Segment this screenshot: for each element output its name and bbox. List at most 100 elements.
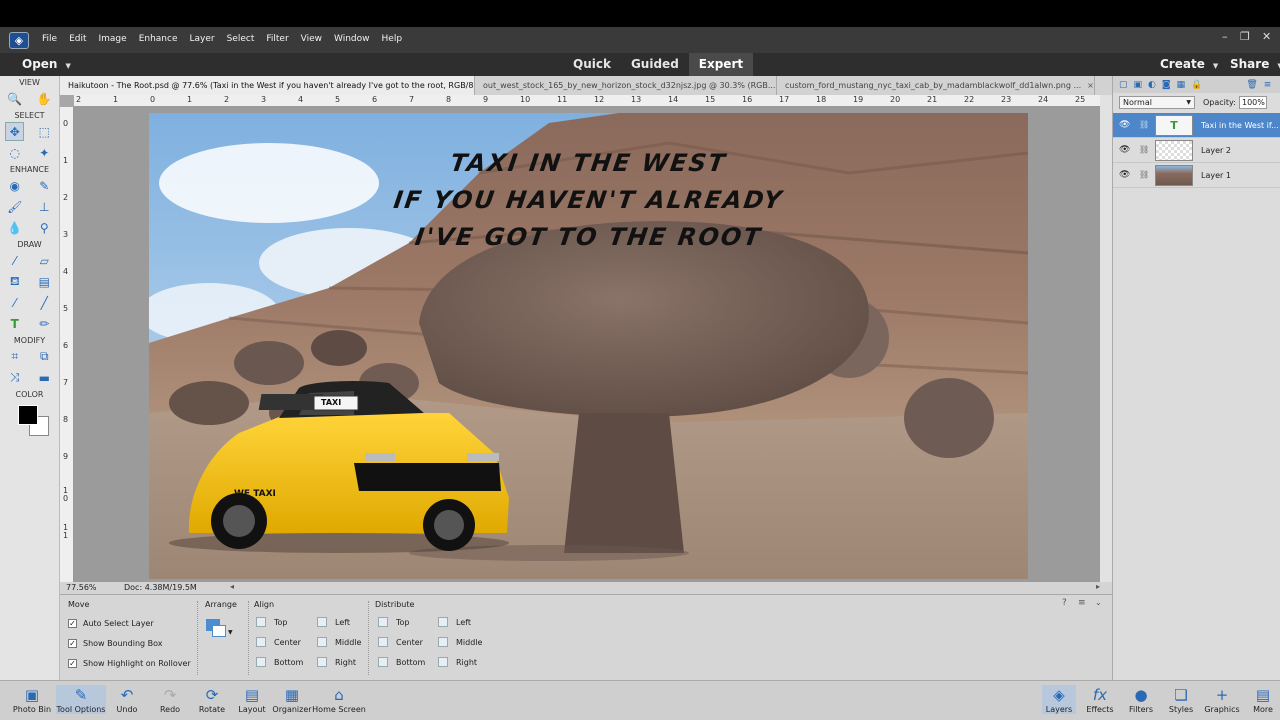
minimize-icon[interactable]: – bbox=[1222, 30, 1228, 43]
content-aware-move-icon[interactable]: ⤨ bbox=[5, 368, 24, 387]
lasso-tool-icon[interactable]: ◌ bbox=[5, 143, 24, 162]
crop-tool-icon[interactable]: ⌗ bbox=[5, 347, 24, 366]
menu-file[interactable]: File bbox=[42, 34, 57, 44]
align-right-button[interactable]: Right bbox=[317, 657, 356, 667]
red-eye-tool-icon[interactable]: ◉ bbox=[5, 176, 24, 195]
distribute-bottom-button[interactable]: Bottom bbox=[378, 657, 425, 667]
styles-button[interactable]: ❏ Styles bbox=[1166, 685, 1196, 714]
menu-layer[interactable]: Layer bbox=[190, 34, 215, 44]
adjustment-layer-icon[interactable]: ◐ bbox=[1148, 80, 1156, 90]
more-button[interactable]: ▤ More bbox=[1248, 685, 1278, 714]
layers-menu-icon[interactable]: ≡ bbox=[1264, 80, 1272, 90]
scroll-left-icon[interactable]: ◂ bbox=[230, 582, 234, 591]
undo-button[interactable]: ↶ Undo bbox=[112, 685, 142, 714]
marquee-tool-icon[interactable]: ⬚ bbox=[35, 122, 54, 141]
close-window-icon[interactable]: ✕ bbox=[1262, 30, 1271, 43]
menu-help[interactable]: Help bbox=[382, 34, 403, 44]
align-center-button[interactable]: Center bbox=[256, 637, 301, 647]
organizer-button[interactable]: ▦ Organizer bbox=[272, 685, 312, 714]
type-tool-icon[interactable]: T bbox=[5, 314, 24, 333]
link-icon[interactable]: ⛓ bbox=[1139, 170, 1149, 179]
align-bottom-button[interactable]: Bottom bbox=[256, 657, 303, 667]
filters-button[interactable]: ● Filters bbox=[1126, 685, 1156, 714]
collapse-panel-icon[interactable]: ⌄ bbox=[1095, 598, 1102, 607]
doc-tab-mustang[interactable]: custom_ford_mustang_nyc_taxi_cab_by_mada… bbox=[777, 76, 1095, 95]
distribute-center-button[interactable]: Center bbox=[378, 637, 423, 647]
create-button[interactable]: Create ▼ bbox=[1160, 57, 1218, 71]
tab-guided[interactable]: Guided bbox=[621, 53, 689, 76]
hand-tool-icon[interactable]: ✋ bbox=[35, 89, 54, 108]
line-tool-icon[interactable]: ╱ bbox=[35, 293, 54, 312]
clone-stamp-icon[interactable]: ⊥ bbox=[35, 197, 54, 216]
paint-bucket-icon[interactable]: ⛾ bbox=[5, 272, 24, 291]
tab-expert[interactable]: Expert bbox=[688, 53, 754, 76]
menu-select[interactable]: Select bbox=[227, 34, 255, 44]
straighten-tool-icon[interactable]: ▬ bbox=[35, 368, 54, 387]
new-layer-icon[interactable]: ▢ bbox=[1119, 80, 1128, 90]
align-top-button[interactable]: Top bbox=[256, 617, 288, 627]
link-icon[interactable]: ⛓ bbox=[1139, 120, 1149, 129]
photo-bin-button[interactable]: ▣ Photo Bin bbox=[10, 685, 54, 714]
menu-filter[interactable]: Filter bbox=[266, 34, 288, 44]
document-canvas[interactable]: TAXI IN THE WEST IF YOU HAVEN'T ALREADY … bbox=[149, 113, 1028, 579]
layout-button[interactable]: ▤ Layout bbox=[236, 685, 268, 714]
link-icon[interactable]: ⛓ bbox=[1139, 145, 1149, 154]
eraser-tool-icon[interactable]: ▱ bbox=[35, 251, 54, 270]
redo-button[interactable]: ↷ Redo bbox=[154, 685, 186, 714]
restore-icon[interactable]: ❐ bbox=[1240, 30, 1250, 43]
menu-enhance[interactable]: Enhance bbox=[139, 34, 178, 44]
share-button[interactable]: Share▼ bbox=[1230, 57, 1280, 71]
zoom-level[interactable]: 77.56% bbox=[66, 583, 97, 592]
distribute-left-button[interactable]: Left bbox=[438, 617, 471, 627]
opacity-field[interactable]: 100% bbox=[1239, 96, 1267, 109]
show-highlight-checkbox[interactable]: ✓ Show Highlight on Rollover bbox=[68, 659, 191, 668]
tab-quick[interactable]: Quick bbox=[563, 53, 621, 76]
open-button[interactable]: Open ▼ bbox=[22, 57, 71, 71]
tool-options-button[interactable]: ✎ Tool Options bbox=[56, 685, 106, 714]
layer-row-layer-2[interactable]: 👁 ⛓ Layer 2 bbox=[1113, 138, 1280, 163]
help-icon[interactable]: ? bbox=[1062, 598, 1067, 608]
close-tab-icon[interactable]: × bbox=[1087, 81, 1094, 90]
move-tool-icon[interactable]: ✥ bbox=[5, 122, 25, 141]
vertical-scrollbar[interactable] bbox=[1100, 95, 1112, 582]
menu-window[interactable]: Window bbox=[334, 34, 370, 44]
doc-tab-out-west[interactable]: out_west_stock_165_by_new_horizon_stock_… bbox=[475, 76, 777, 95]
visibility-eye-icon[interactable]: 👁 bbox=[1119, 145, 1130, 155]
lock-all-icon[interactable]: 🔒 bbox=[1191, 80, 1202, 90]
foreground-color-swatch[interactable] bbox=[18, 405, 38, 425]
arrange-icon[interactable]: ▼ bbox=[206, 619, 233, 641]
rotate-button[interactable]: ⟳ Rotate bbox=[196, 685, 228, 714]
panel-menu-icon[interactable]: ≡ bbox=[1078, 598, 1086, 608]
recompose-tool-icon[interactable]: ⧉ bbox=[35, 347, 54, 366]
layers-panel-button[interactable]: ◈ Layers bbox=[1042, 685, 1076, 714]
zoom-tool-icon[interactable]: 🔍 bbox=[5, 89, 24, 108]
lock-transparent-icon[interactable]: ▦ bbox=[1177, 80, 1186, 90]
blend-mode-select[interactable]: Normal ▼ bbox=[1119, 96, 1195, 109]
doc-tab-haikutoon[interactable]: Haikutoon - The Root.psd @ 77.6% (Taxi i… bbox=[60, 76, 475, 95]
show-bounding-box-checkbox[interactable]: ✓ Show Bounding Box bbox=[68, 639, 163, 648]
gradient-tool-icon[interactable]: ▤ bbox=[35, 272, 54, 291]
menu-edit[interactable]: Edit bbox=[69, 34, 86, 44]
scroll-right-icon[interactable]: ▸ bbox=[1096, 582, 1100, 591]
layer-row-text[interactable]: 👁 ⛓ T Taxi in the West if... bbox=[1113, 113, 1280, 138]
delete-layer-icon[interactable]: 🗑 bbox=[1246, 80, 1257, 90]
smart-brush-icon[interactable]: 🖌 bbox=[5, 197, 24, 216]
menu-image[interactable]: Image bbox=[99, 34, 127, 44]
effects-button[interactable]: fx Effects bbox=[1084, 685, 1116, 714]
align-left-button[interactable]: Left bbox=[317, 617, 350, 627]
graphics-button[interactable]: + Graphics bbox=[1204, 685, 1240, 714]
distribute-middle-button[interactable]: Middle bbox=[438, 637, 482, 647]
pencil-tool-icon[interactable]: ✏ bbox=[35, 314, 54, 333]
layer-row-layer-1[interactable]: 👁 ⛓ Layer 1 bbox=[1113, 163, 1280, 188]
distribute-top-button[interactable]: Top bbox=[378, 617, 410, 627]
layer-mask-icon[interactable]: ◙ bbox=[1162, 80, 1171, 90]
auto-select-layer-checkbox[interactable]: ✓ Auto Select Layer bbox=[68, 619, 154, 628]
align-middle-button[interactable]: Middle bbox=[317, 637, 361, 647]
blur-tool-icon[interactable]: 💧 bbox=[5, 218, 24, 237]
sponge-tool-icon[interactable]: ⚲ bbox=[35, 218, 54, 237]
visibility-eye-icon[interactable]: 👁 bbox=[1119, 120, 1130, 130]
brush-tool-icon[interactable]: ⁄ bbox=[5, 251, 24, 270]
menu-view[interactable]: View bbox=[301, 34, 322, 44]
spot-healing-icon[interactable]: ✎ bbox=[35, 176, 54, 195]
magic-wand-icon[interactable]: ✦ bbox=[35, 143, 54, 162]
